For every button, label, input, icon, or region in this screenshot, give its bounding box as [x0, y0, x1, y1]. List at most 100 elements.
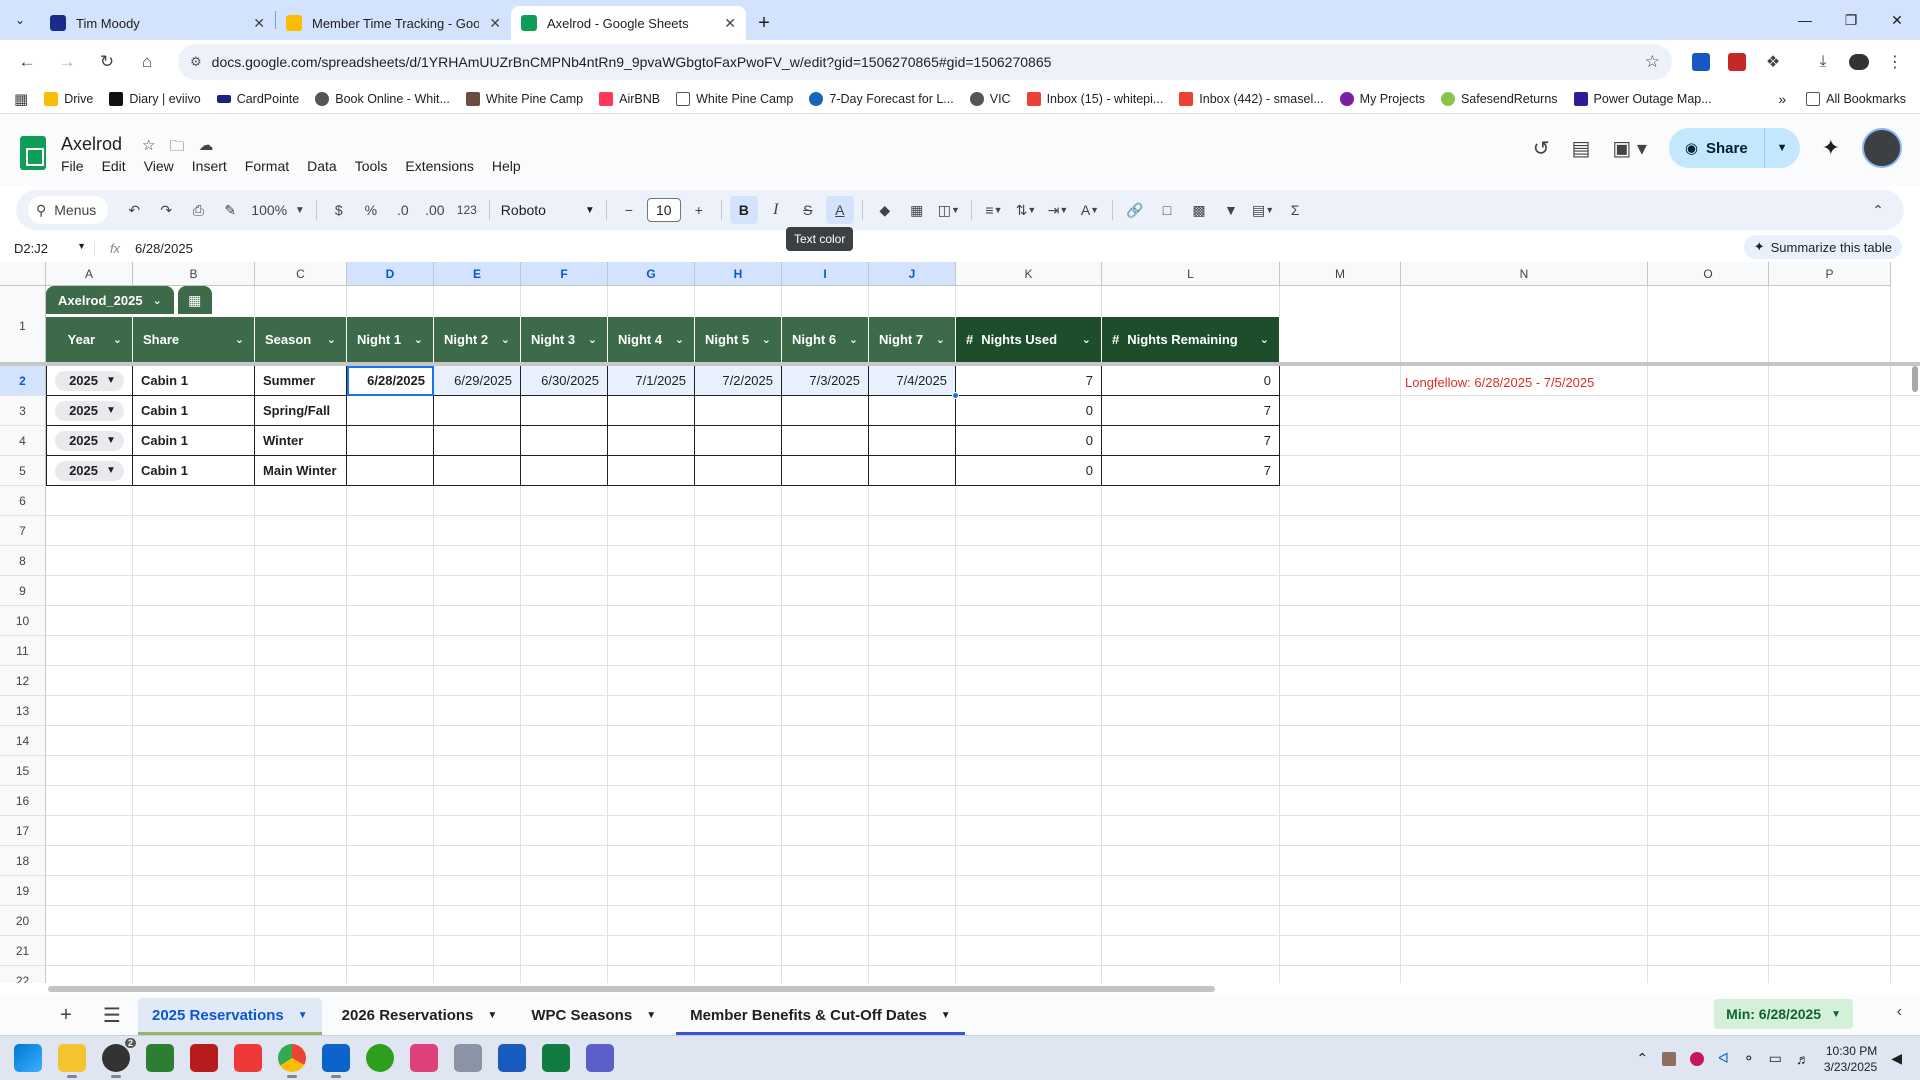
column-header-f[interactable]: F — [521, 262, 608, 286]
night-date-cell[interactable]: 6/28/2025 — [347, 366, 434, 396]
selection-stats-chip[interactable]: Min: 6/28/2025 ▼ — [1714, 999, 1853, 1029]
chevron-down-icon[interactable]: ⌄ — [1260, 333, 1269, 346]
row-header-13[interactable]: 13 — [0, 696, 46, 726]
night-date-cell[interactable] — [869, 426, 956, 456]
column-header-a[interactable]: A — [46, 262, 133, 286]
row-header-22[interactable]: 22 — [0, 966, 46, 983]
browser-tab-axelrod[interactable]: Axelrod - Google Sheets ✕ — [511, 6, 746, 40]
select-all-corner[interactable] — [0, 262, 46, 286]
table-header-share[interactable]: Share ⌄ — [133, 317, 255, 362]
decrease-decimal-button[interactable]: .0 — [389, 196, 417, 224]
menu-data[interactable]: Data — [307, 158, 337, 174]
more-bookmarks-chevron-icon[interactable]: » — [1778, 91, 1786, 107]
redo-icon[interactable]: ↷ — [152, 196, 180, 224]
close-tab-icon[interactable]: ✕ — [253, 15, 265, 32]
chevron-down-icon[interactable]: ⌄ — [501, 333, 510, 346]
back-arrow-icon[interactable]: ← — [10, 45, 44, 79]
menu-view[interactable]: View — [144, 158, 174, 174]
nights-used-cell[interactable]: 7 — [956, 366, 1102, 396]
text-rotation-icon[interactable]: A ▼ — [1076, 196, 1104, 224]
address-bar[interactable]: ⚙ docs.google.com/spreadsheets/d/1YRHAmU… — [178, 44, 1672, 80]
menu-tools[interactable]: Tools — [355, 158, 388, 174]
night-date-cell[interactable]: 7/1/2025 — [608, 366, 695, 396]
all-bookmarks-button[interactable]: All Bookmarks — [1806, 91, 1906, 106]
night-date-cell[interactable] — [434, 456, 521, 486]
decrease-font-size-icon[interactable]: − — [615, 196, 643, 224]
document-title[interactable]: Axelrod — [61, 134, 122, 155]
tab-search-chevron-icon[interactable]: ⌄ — [0, 0, 40, 40]
chevron-down-icon[interactable]: ⌄ — [327, 333, 336, 346]
night-date-cell[interactable] — [869, 456, 956, 486]
table-header-nights-used[interactable]: # Nights Used ⌄ — [956, 317, 1102, 362]
table-header-night-4[interactable]: Night 4 ⌄ — [608, 317, 695, 362]
filter-icon[interactable]: ▼ — [1217, 196, 1245, 224]
row-header-5[interactable]: 5 — [0, 456, 46, 486]
chevron-down-icon[interactable]: ⌄ — [588, 333, 597, 346]
year-dropdown-chip[interactable]: 2025 ▼ — [55, 430, 124, 451]
night-date-cell[interactable] — [695, 396, 782, 426]
chrome-icon[interactable] — [278, 1044, 306, 1078]
column-header-c[interactable]: C — [255, 262, 347, 286]
network-icon[interactable]: ▭ — [1769, 1050, 1782, 1067]
column-header-m[interactable]: M — [1280, 262, 1401, 286]
night-date-cell[interactable] — [782, 456, 869, 486]
more-formats-button[interactable]: 123 — [453, 196, 481, 224]
chevron-down-icon[interactable]: ⌄ — [113, 333, 122, 346]
sheet-tab-wpc-seasons[interactable]: WPC Seasons ▼ — [517, 998, 670, 1032]
table-header-night-5[interactable]: Night 5 ⌄ — [695, 317, 782, 362]
download-icon[interactable]: ⤓ — [1808, 47, 1838, 77]
all-sheets-menu-icon[interactable]: ☰ — [92, 999, 132, 1031]
apps-grid-icon[interactable]: ▦ — [14, 90, 28, 108]
nights-used-cell[interactable]: 0 — [956, 426, 1102, 456]
bookmark-item[interactable]: Book Online - Whit... — [315, 91, 450, 106]
side-panel-chevron-icon[interactable]: ‹ — [1897, 1003, 1902, 1021]
column-header-g[interactable]: G — [608, 262, 695, 286]
row-header-17[interactable]: 17 — [0, 816, 46, 846]
menu-edit[interactable]: Edit — [102, 158, 126, 174]
night-date-cell[interactable] — [434, 396, 521, 426]
insert-link-icon[interactable]: 🔗 — [1121, 196, 1149, 224]
share-dropdown-icon[interactable]: ▼ — [1765, 142, 1800, 154]
row-header-6[interactable]: 6 — [0, 486, 46, 516]
print-icon[interactable]: ⎙ — [184, 196, 212, 224]
extension-blue-icon[interactable] — [1686, 47, 1716, 77]
night-date-cell[interactable] — [347, 456, 434, 486]
row-header-18[interactable]: 18 — [0, 846, 46, 876]
table-header-night-6[interactable]: Night 6 ⌄ — [782, 317, 869, 362]
printer-icon[interactable] — [454, 1044, 482, 1072]
night-date-cell[interactable] — [434, 426, 521, 456]
increase-decimal-button[interactable]: .00 — [421, 196, 449, 224]
row-header-4[interactable]: 4 — [0, 426, 46, 456]
account-avatar[interactable] — [1862, 128, 1902, 168]
close-tab-icon[interactable]: ✕ — [489, 15, 501, 32]
row-header-15[interactable]: 15 — [0, 756, 46, 786]
extensions-puzzle-icon[interactable]: ❖ — [1758, 47, 1788, 77]
microphone-icon[interactable]: ⚬ — [1743, 1050, 1755, 1067]
year-dropdown-chip[interactable]: 2025 ▼ — [55, 370, 124, 391]
night-date-cell[interactable]: 7/4/2025 — [869, 366, 956, 396]
reload-icon[interactable]: ↻ — [90, 45, 124, 79]
bookmark-item[interactable]: VIC — [969, 91, 1011, 106]
strikethrough-icon[interactable]: S — [794, 196, 822, 224]
night-date-cell[interactable] — [521, 456, 608, 486]
fill-color-icon[interactable]: ◆ — [871, 196, 899, 224]
row-header-14[interactable]: 14 — [0, 726, 46, 756]
bookmark-item[interactable]: 7-Day Forecast for L... — [809, 91, 954, 106]
insert-chart-icon[interactable]: ▩ — [1185, 196, 1213, 224]
bookmark-item[interactable]: My Projects — [1339, 91, 1425, 106]
collapse-toolbar-icon[interactable]: ⌃ — [1864, 196, 1892, 224]
share-cell[interactable]: Cabin 1 — [133, 396, 255, 426]
night-date-cell[interactable] — [695, 426, 782, 456]
volume-icon[interactable]: ♬ — [1796, 1051, 1810, 1067]
share-cell[interactable]: Cabin 1 — [133, 426, 255, 456]
night-date-cell[interactable] — [608, 426, 695, 456]
nights-remaining-cell[interactable]: 7 — [1102, 396, 1280, 426]
table-header-season[interactable]: Season ⌄ — [255, 317, 347, 362]
outlook-icon[interactable] — [322, 1044, 350, 1078]
horizontal-align-icon[interactable]: ≡ ▼ — [980, 196, 1008, 224]
season-cell[interactable]: Summer — [255, 366, 347, 396]
night-date-cell[interactable] — [782, 396, 869, 426]
column-header-d[interactable]: D — [347, 262, 434, 286]
row-header-12[interactable]: 12 — [0, 666, 46, 696]
share-button[interactable]: ◉ Share ▼ — [1668, 128, 1800, 168]
